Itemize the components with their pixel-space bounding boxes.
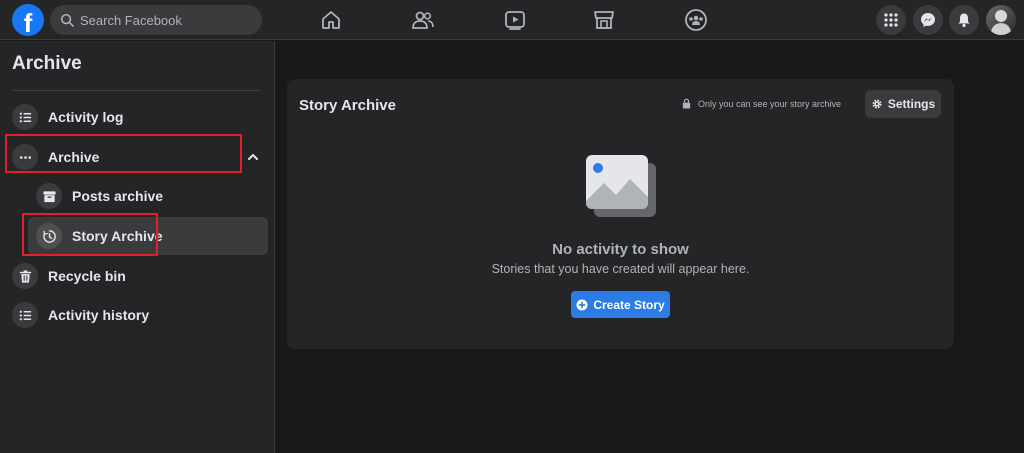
profile-avatar[interactable] — [986, 5, 1016, 35]
privacy-note-text: Only you can see your story archive — [698, 98, 842, 109]
search-box[interactable] — [50, 5, 262, 35]
menu-grid-button[interactable] — [876, 5, 906, 35]
card-title: Story Archive — [299, 97, 396, 114]
grid-icon — [884, 13, 898, 27]
sidebar-item-story-archive[interactable]: Story Archive — [28, 217, 268, 255]
sidebar-item-label: Story Archive — [72, 228, 163, 244]
create-story-label: Create Story — [593, 297, 665, 312]
notifications-button[interactable] — [949, 5, 979, 35]
privacy-note: Only you can see your story archive — [681, 98, 841, 109]
sidebar-item-label: Activity history — [48, 307, 150, 323]
messenger-icon — [921, 13, 935, 27]
friends-icon[interactable] — [411, 8, 435, 32]
sidebar-item-label: Recycle bin — [48, 268, 126, 284]
empty-state-subtitle: Stories that you have created will appea… — [491, 262, 750, 276]
sidebar-item-posts-archive[interactable]: Posts archive — [28, 177, 268, 215]
groups-icon[interactable] — [684, 8, 708, 32]
home-icon[interactable] — [319, 8, 343, 32]
bell-icon — [958, 13, 970, 28]
sidebar-item-label: Archive — [48, 149, 100, 165]
messenger-button[interactable] — [913, 5, 943, 35]
create-story-button[interactable]: Create Story — [571, 291, 670, 318]
more-dots-icon — [12, 144, 38, 170]
archive-box-icon — [36, 183, 62, 209]
sidebar: Archive Activity log Archive Posts archi… — [0, 41, 275, 453]
list-icon — [12, 104, 38, 130]
story-archive-card: Story Archive Only you can see your stor… — [287, 79, 954, 349]
gear-icon — [872, 99, 882, 109]
lock-icon — [682, 98, 691, 109]
list-icon — [12, 302, 38, 328]
marketplace-store-icon[interactable] — [592, 8, 616, 32]
plus-circle-icon — [576, 299, 588, 310]
empty-state-title: No activity to show — [552, 241, 689, 258]
sidebar-item-activity-log[interactable]: Activity log — [4, 98, 268, 136]
search-input[interactable] — [80, 12, 250, 28]
sidebar-title: Archive — [12, 53, 82, 74]
settings-button[interactable]: Settings — [865, 90, 941, 118]
sidebar-item-recycle-bin[interactable]: Recycle bin — [4, 257, 268, 295]
history-clock-icon — [36, 223, 62, 249]
chevron-up-icon[interactable] — [246, 150, 260, 164]
sidebar-item-archive[interactable]: Archive — [4, 138, 268, 176]
watch-video-icon[interactable] — [503, 8, 527, 32]
top-navbar: f — [0, 0, 1024, 40]
sidebar-divider — [12, 90, 261, 91]
search-icon — [60, 13, 74, 27]
sidebar-item-label: Activity log — [48, 109, 124, 125]
empty-photo-illustration-icon — [586, 155, 656, 217]
trash-icon — [12, 263, 38, 289]
settings-label: Settings — [887, 97, 936, 111]
facebook-logo-icon[interactable]: f — [12, 4, 44, 36]
sidebar-item-label: Posts archive — [72, 188, 164, 204]
sidebar-item-activity-history[interactable]: Activity history — [4, 296, 268, 334]
